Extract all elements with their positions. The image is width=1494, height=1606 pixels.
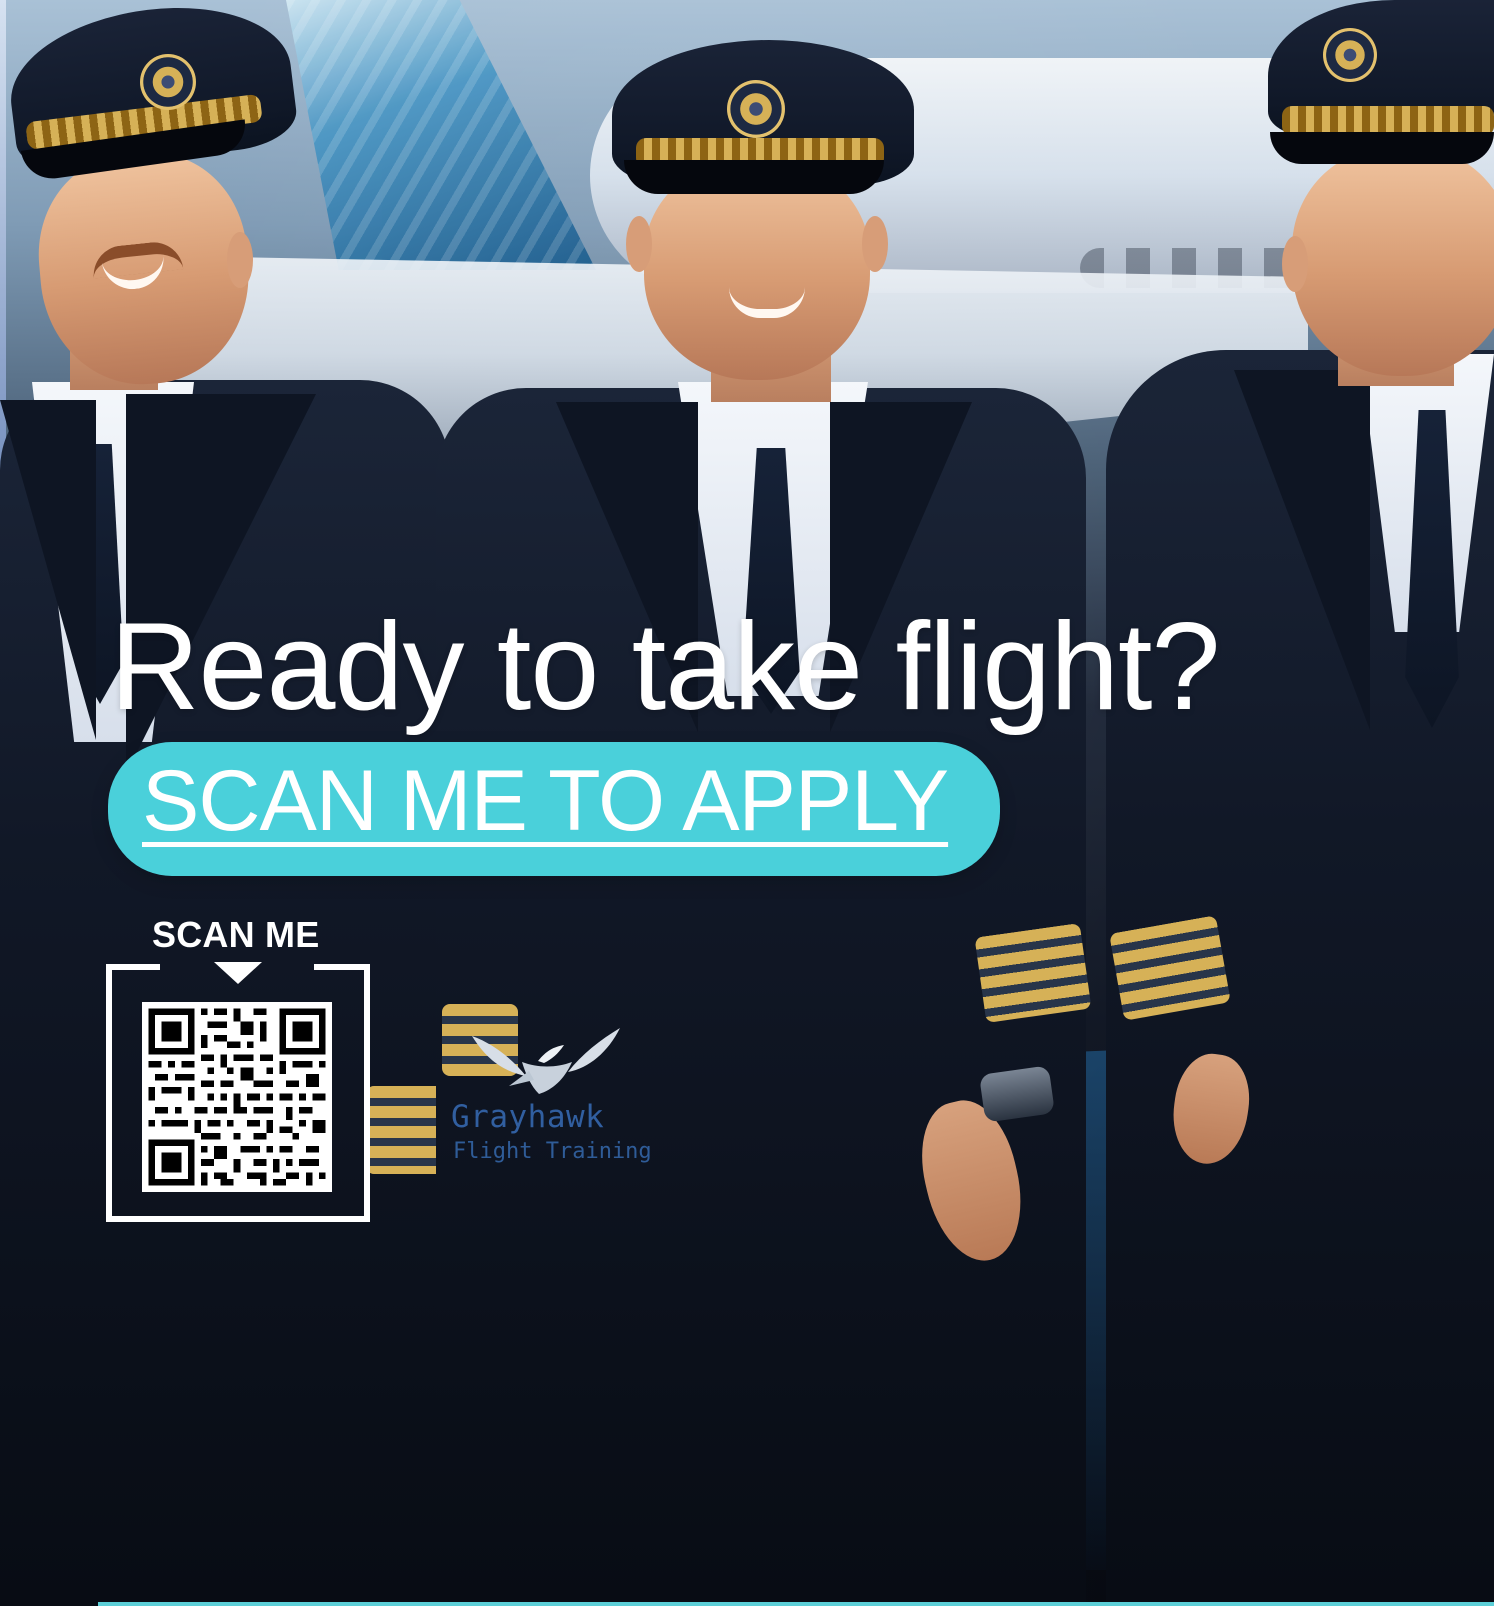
brand-subtitle: Flight Training: [453, 1139, 652, 1164]
chevron-down-icon: [214, 962, 262, 984]
scan-me-label: SCAN ME: [152, 914, 320, 955]
pilot-center-ear-left: [626, 216, 652, 272]
pilot-center-watch: [979, 1065, 1055, 1123]
pilot-left-ear: [227, 232, 253, 288]
pilot-right-sleeve-stripes: [1109, 915, 1231, 1021]
qr-code-icon: [142, 1002, 332, 1192]
grayhawk-logo: Grayhawk Flight Training: [448, 1028, 658, 1178]
pilot-center-ear-right: [862, 216, 888, 272]
pilot-right-ear: [1282, 236, 1308, 292]
headline: Ready to take flight?: [110, 598, 1220, 736]
pilot-right-cap-badge: [1323, 28, 1377, 82]
pilot-center-cap-badge: [727, 80, 785, 138]
pilot-center-sleeve-stripes-right: [974, 923, 1092, 1023]
bottom-accent-line: [98, 1602, 1494, 1606]
pilot-right-visor: [1270, 132, 1494, 164]
pilot-recruitment-poster: Ready to take flight? SCAN ME TO APPLY S…: [0, 0, 1494, 1606]
scan-to-apply-link[interactable]: SCAN ME TO APPLY: [142, 758, 949, 844]
hawk-logo-icon: [472, 1028, 620, 1094]
pilot-left-cap-badge: [140, 54, 196, 110]
qr-code[interactable]: [142, 1002, 332, 1192]
pilot-right: [1106, 0, 1494, 1606]
pilot-center-visor: [624, 160, 884, 194]
pilot-right-face: [1292, 148, 1494, 376]
brand-name: Grayhawk: [451, 1099, 605, 1135]
